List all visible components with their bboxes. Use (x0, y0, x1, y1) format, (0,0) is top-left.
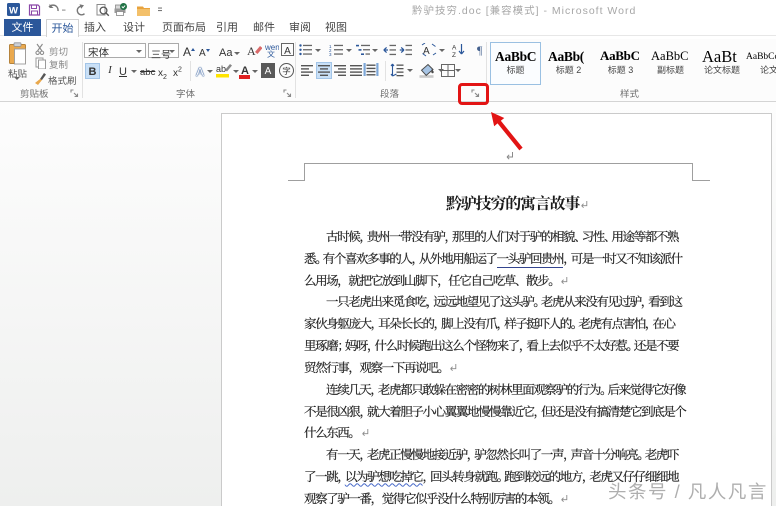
svg-text:W: W (9, 6, 18, 17)
svg-text:3: 3 (329, 52, 332, 56)
svg-text:Z: Z (452, 49, 456, 57)
svg-text:ab: ab (216, 62, 226, 75)
svg-text:A: A (247, 44, 256, 58)
svg-text:文: 文 (267, 49, 275, 58)
